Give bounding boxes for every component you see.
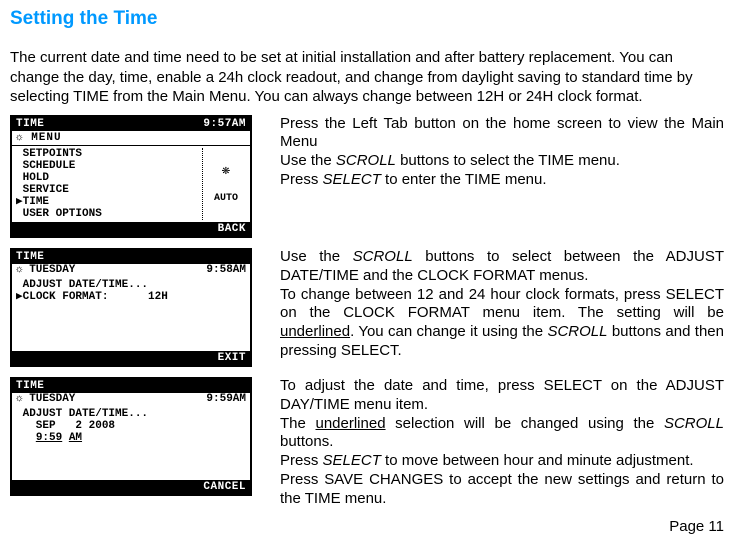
step-1-text: Press the Left Tab button on the home sc… xyxy=(260,115,724,190)
lcd2-softkey-right: EXIT xyxy=(218,352,246,364)
intro-paragraph: The current date and time need to be set… xyxy=(10,48,724,107)
text: Use the xyxy=(280,248,353,265)
text: to move between hour and minute adjustme… xyxy=(381,452,694,469)
step-row-3: TIME ☼ TUESDAY 9:59AM ADJUST DATE/TIME..… xyxy=(10,377,724,508)
text: underlined xyxy=(315,415,385,432)
text: Press xyxy=(280,452,323,469)
lcd-screenshot-1: TIME 9:57AM ☼ MENU SETPOINTS SCHEDULE HO… xyxy=(10,115,260,239)
lcd1-softkey-right: BACK xyxy=(218,223,246,235)
lcd1-auto: AUTO xyxy=(206,193,246,204)
lcd3-item: ADJUST DATE/TIME... xyxy=(16,408,246,420)
text: Press SAVE CHANGES to accept the new set… xyxy=(280,471,724,507)
lcd2-time: 9:58AM xyxy=(206,264,246,276)
step-row-1: TIME 9:57AM ☼ MENU SETPOINTS SCHEDULE HO… xyxy=(10,115,724,239)
text: Press the Left Tab button on the home sc… xyxy=(280,115,724,151)
text: SELECT xyxy=(323,452,381,469)
text: . You can change it using the xyxy=(350,323,547,340)
text: Press xyxy=(280,171,323,188)
lcd3-day: ☼ TUESDAY xyxy=(16,393,75,405)
lcd1-title: TIME xyxy=(16,118,44,130)
text: underlined xyxy=(280,323,350,340)
lcd1-item: HOLD xyxy=(16,172,202,184)
text: SELECT xyxy=(323,171,381,188)
step-3-text: To adjust the date and time, press SELEC… xyxy=(260,377,724,508)
lcd3-time: 9:59AM xyxy=(206,393,246,405)
text: to enter the TIME menu. xyxy=(381,171,547,188)
text: To adjust the date and time, press SELEC… xyxy=(280,377,724,413)
lcd1-item: SETPOINTS xyxy=(16,148,202,160)
text: SCROLL xyxy=(664,415,724,432)
lcd1-header: ☼ MENU xyxy=(16,132,62,144)
lcd2-day: ☼ TUESDAY xyxy=(16,264,75,276)
lcd-screenshot-3: TIME ☼ TUESDAY 9:59AM ADJUST DATE/TIME..… xyxy=(10,377,260,496)
lcd1-item: ▶TIME xyxy=(16,196,202,208)
text: Use the xyxy=(280,152,336,169)
lcd1-item: SCHEDULE xyxy=(16,160,202,172)
lcd3-item: 9:59 AM xyxy=(16,432,246,444)
step-2-text: Use the SCROLL buttons to select between… xyxy=(260,248,724,361)
text: selection will be changed using the xyxy=(386,415,664,432)
text: SCROLL xyxy=(353,248,413,265)
lcd-screenshot-2: TIME ☼ TUESDAY 9:58AM ADJUST DATE/TIME..… xyxy=(10,248,260,367)
text: SCROLL xyxy=(336,152,396,169)
text: buttons. xyxy=(280,433,333,450)
lcd3-title: TIME xyxy=(16,380,44,392)
text: buttons to select the TIME menu. xyxy=(396,152,620,169)
lcd2-title: TIME xyxy=(16,251,44,263)
lcd2-item: ADJUST DATE/TIME... xyxy=(16,279,246,291)
lcd3-item: SEP 2 2008 xyxy=(16,420,246,432)
page-number: Page 11 xyxy=(10,518,724,535)
page-title: Setting the Time xyxy=(10,8,724,30)
text: The xyxy=(280,415,315,432)
lcd2-item: ▶CLOCK FORMAT: 12H xyxy=(16,291,246,303)
lcd1-item: SERVICE xyxy=(16,184,202,196)
fan-icon: ❋ xyxy=(206,162,246,179)
lcd1-item: USER OPTIONS xyxy=(16,208,202,220)
text: To change between 12 and 24 hour clock f… xyxy=(280,286,724,322)
lcd1-clock: 9:57AM xyxy=(203,118,246,130)
text: SCROLL xyxy=(547,323,607,340)
lcd3-softkey-right: CANCEL xyxy=(203,481,246,493)
step-row-2: TIME ☼ TUESDAY 9:58AM ADJUST DATE/TIME..… xyxy=(10,248,724,367)
